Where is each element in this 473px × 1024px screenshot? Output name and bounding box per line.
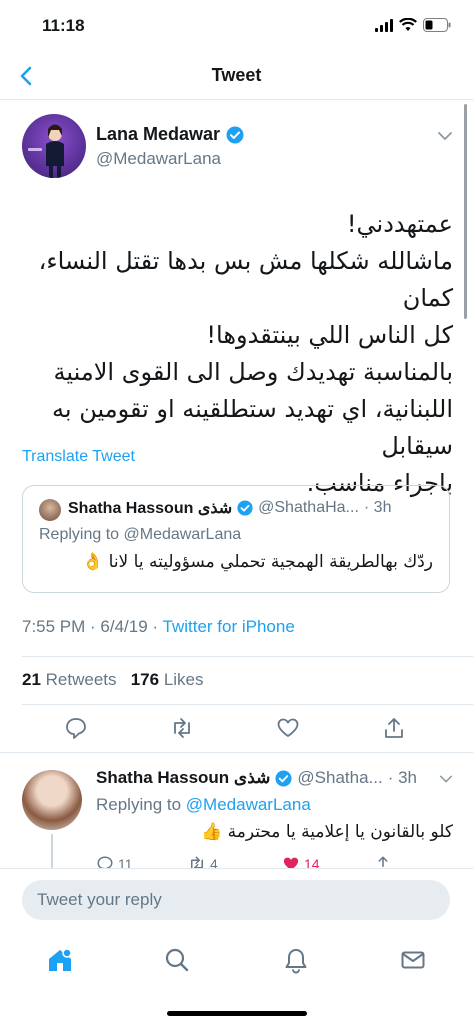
reply-author-name[interactable]: Shatha Hassoun شذى bbox=[96, 768, 270, 788]
notifications-icon bbox=[285, 949, 307, 974]
quote-time: · 3h bbox=[363, 499, 392, 516]
tweet-text-line: كل الناس اللي بينتقدوها! bbox=[206, 321, 453, 349]
tab-messages[interactable] bbox=[399, 946, 427, 974]
likes-stat[interactable]: 176 Likes bbox=[131, 670, 204, 689]
quote-author-name: Shatha Hassoun شذى bbox=[68, 500, 233, 517]
battery-icon bbox=[423, 18, 451, 32]
tab-notifications[interactable] bbox=[282, 946, 310, 974]
reply-header: Shatha Hassoun شذى @Shatha... · 3h bbox=[96, 768, 417, 788]
reply-author-avatar[interactable] bbox=[22, 770, 82, 830]
chevron-down-icon bbox=[439, 775, 453, 783]
replying-prefix: Replying to bbox=[96, 795, 182, 814]
reply-icon bbox=[66, 718, 86, 739]
status-bar: 11:18 bbox=[0, 0, 473, 52]
thread-line bbox=[51, 834, 53, 870]
tab-bar bbox=[0, 932, 473, 1024]
author-handle[interactable]: @MedawarLana bbox=[96, 149, 244, 169]
messages-icon bbox=[401, 951, 425, 969]
tweet-timestamp: 7:55 PM · 6/4/19 · bbox=[22, 617, 159, 636]
search-icon bbox=[165, 948, 189, 972]
like-icon bbox=[277, 718, 299, 737]
author-info: Lana Medawar @MedawarLana bbox=[96, 124, 244, 169]
likes-label: Likes bbox=[163, 670, 204, 689]
reply-text: كلو بالقانون يا إعلامية يا محترمة 👍 bbox=[201, 822, 453, 842]
quote-header: Shatha Hassoun شذى @ShathaHa... · 3h bbox=[68, 498, 391, 518]
quote-replying-to: Replying to @MedawarLana bbox=[39, 526, 242, 543]
reply-replying-to: Replying to @MedawarLana bbox=[96, 795, 311, 815]
translate-tweet-link[interactable]: Translate Tweet bbox=[22, 448, 135, 466]
reply-author-handle[interactable]: @Shatha... bbox=[297, 768, 382, 788]
quote-text: ردّك بهالطريقة الهمجية تحملي مسؤوليته يا… bbox=[82, 552, 433, 572]
tweet-stats: 21 Retweets 176 Likes bbox=[22, 670, 204, 690]
verified-badge-icon bbox=[237, 500, 253, 516]
reply-options-button[interactable] bbox=[439, 772, 453, 786]
tab-search[interactable] bbox=[163, 946, 191, 974]
home-indicator bbox=[167, 1011, 307, 1016]
tweet-text-line: عمتهددني! bbox=[346, 210, 453, 238]
retweets-stat[interactable]: 21 Retweets bbox=[22, 670, 117, 689]
chevron-down-icon bbox=[438, 132, 452, 141]
status-time: 11:18 bbox=[42, 16, 85, 35]
share-button[interactable] bbox=[382, 716, 406, 740]
tweet-source-link[interactable]: Twitter for iPhone bbox=[163, 617, 295, 636]
tweet-text-line: بالمناسبة تهديدك وصل الى القوى الامنية bbox=[53, 358, 454, 386]
tweet-options-button[interactable] bbox=[437, 128, 453, 144]
tab-home[interactable] bbox=[46, 946, 74, 974]
divider bbox=[22, 704, 473, 705]
quoted-tweet[interactable]: Shatha Hassoun شذى @ShathaHa... · 3h Rep… bbox=[22, 485, 450, 593]
quote-author-handle: @ShathaHa... bbox=[258, 499, 359, 516]
page-title: Tweet bbox=[211, 65, 262, 85]
likes-count: 176 bbox=[130, 670, 160, 689]
section-separator bbox=[0, 752, 473, 762]
author-name-row[interactable]: Lana Medawar bbox=[96, 124, 244, 145]
retweets-count: 21 bbox=[22, 670, 41, 689]
divider bbox=[22, 656, 473, 657]
wifi-icon bbox=[399, 18, 417, 31]
author-name[interactable]: Lana Medawar bbox=[96, 124, 220, 145]
reply-button[interactable] bbox=[64, 716, 88, 740]
tweet-text-line: ماشالله شكلها مش بس بدها تقتل النساء، كم… bbox=[38, 247, 453, 312]
home-icon bbox=[49, 948, 72, 971]
reply-time: · 3h bbox=[387, 768, 418, 787]
retweets-label: Retweets bbox=[45, 670, 117, 689]
reply-input[interactable]: Tweet your reply bbox=[22, 880, 450, 920]
signal-icon bbox=[375, 19, 393, 32]
author-avatar[interactable] bbox=[22, 114, 86, 178]
tweet-actions bbox=[0, 716, 473, 750]
verified-badge-icon bbox=[275, 769, 292, 787]
scroll-indicator bbox=[464, 104, 467, 319]
retweet-icon bbox=[174, 718, 190, 738]
tweet-meta: 7:55 PM · 6/4/19 · Twitter for iPhone bbox=[22, 617, 295, 637]
nav-bar: Tweet bbox=[0, 52, 473, 100]
replying-mention-link[interactable]: @MedawarLana bbox=[186, 795, 311, 814]
quote-author-avatar bbox=[39, 499, 61, 521]
like-button[interactable] bbox=[276, 716, 300, 740]
verified-badge-icon bbox=[226, 126, 244, 143]
retweet-button[interactable] bbox=[170, 716, 194, 740]
person-silhouette-icon bbox=[28, 124, 64, 178]
share-icon bbox=[385, 718, 403, 738]
status-icons bbox=[375, 18, 451, 32]
